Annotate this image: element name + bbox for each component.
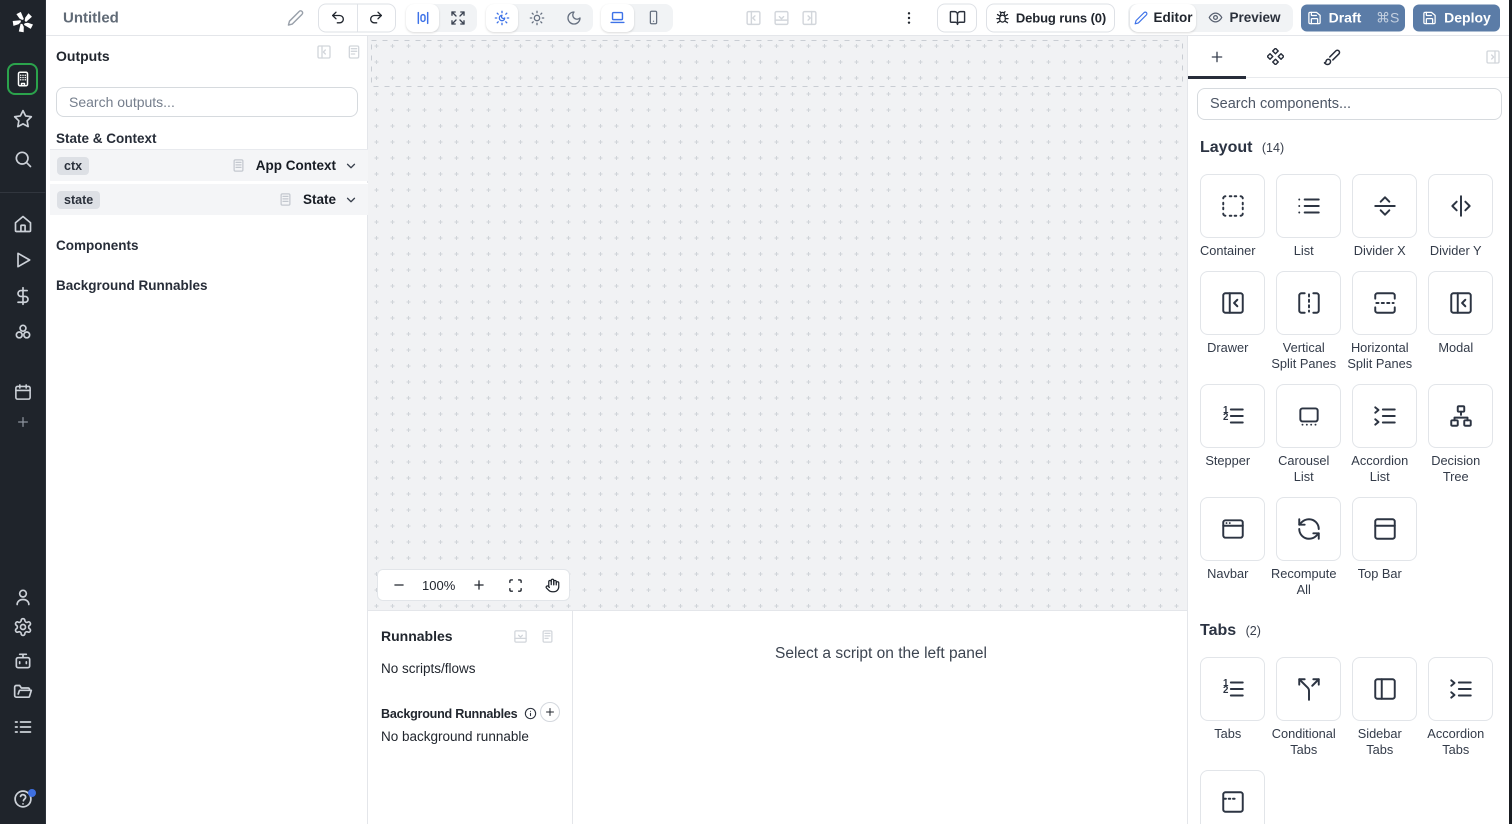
svg-text:2: 2 [1223, 685, 1229, 696]
svg-text:2: 2 [1223, 412, 1229, 423]
